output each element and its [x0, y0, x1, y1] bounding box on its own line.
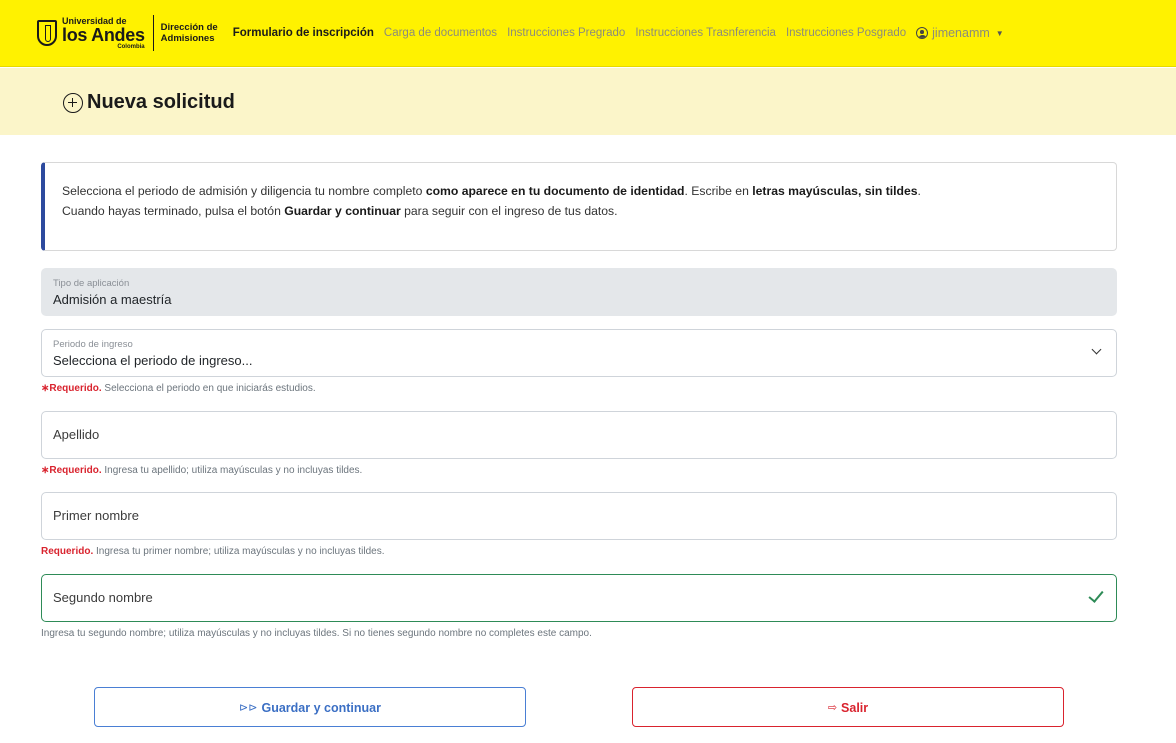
logo-text: Universidad de los Andes Colombia [62, 16, 145, 50]
page-title-text: Nueva solicitud [87, 91, 235, 113]
page-header: Nueva solicitud [0, 68, 1176, 135]
tipo-aplicacion-field: Tipo de aplicación Admisión a maestría [41, 268, 1117, 316]
save-continue-button[interactable]: ⊳⊳ Guardar y continuar [94, 687, 526, 727]
apellido-input[interactable]: Apellido [41, 411, 1117, 459]
fast-forward-icon: ⊳⊳ [239, 702, 258, 714]
info-text: Selecciona el periodo de admisión y dili… [62, 184, 426, 198]
exit-label: Salir [841, 701, 869, 715]
info-text: . Escribe en [684, 184, 753, 198]
shield-logo-icon [37, 20, 57, 46]
logo-andes: los Andes [62, 24, 145, 45]
info-bold: como aparece en tu documento de identida… [425, 184, 685, 198]
apellido-placeholder: Apellido [53, 427, 100, 442]
page-title: Nueva solicitud [63, 91, 235, 114]
nav-link-instrucciones-posgrado[interactable]: Instrucciones Posgrado [786, 27, 906, 39]
nav-links: Formulario de inscripción Carga de docum… [233, 26, 1004, 40]
segundo-nombre-placeholder: Segundo nombre [53, 590, 153, 605]
nav-link-instrucciones-transferencia[interactable]: Instrucciones Trasnferencia [635, 27, 776, 39]
chevron-down-icon [1091, 344, 1102, 355]
nav-link-instrucciones-pregrado[interactable]: Instrucciones Pregrado [507, 27, 625, 39]
periodo-help: Selecciona el periodo en que iniciarás e… [101, 383, 316, 394]
periodo-ingreso-label: Periodo de ingreso [53, 339, 133, 350]
periodo-help-text: ∗Requerido. Selecciona el periodo en que… [41, 383, 316, 394]
tipo-aplicacion-label: Tipo de aplicación [53, 278, 130, 289]
instructions-line-2: Cuando hayas terminado, pulsa el botón G… [62, 201, 1116, 221]
user-menu[interactable]: jimenamm ▼ [916, 26, 1004, 40]
logo-dept-line2: Admisiones [160, 33, 215, 44]
info-text: Cuando hayas terminado, pulsa el botón [62, 204, 285, 218]
logo-dept-line1: Dirección de [160, 22, 218, 33]
save-continue-label: Guardar y continuar [261, 701, 381, 715]
periodo-ingreso-value: Selecciona el periodo de ingreso... [53, 353, 253, 368]
logo-country: Colombia [117, 43, 145, 50]
info-text: . [917, 184, 921, 198]
exit-icon: ⇨ [827, 702, 838, 714]
tipo-aplicacion-value: Admisión a maestría [53, 292, 172, 307]
caret-down-icon: ▼ [995, 28, 1004, 38]
required-label: Requerido. [41, 546, 94, 557]
apellido-help: Ingresa tu apellido; utiliza mayúsculas … [101, 465, 363, 476]
instructions-box: Selecciona el periodo de admisión y dili… [41, 162, 1117, 251]
user-name: jimenamm [932, 26, 990, 40]
info-text: para seguir con el ingreso de tus datos. [400, 204, 618, 218]
primer-nombre-input[interactable]: Primer nombre [41, 492, 1117, 540]
required-label: Requerido. [49, 383, 102, 394]
primer-nombre-help: Ingresa tu primer nombre; utiliza mayúsc… [93, 546, 385, 557]
exit-button[interactable]: ⇨ Salir [632, 687, 1064, 727]
nav-link-formulario[interactable]: Formulario de inscripción [233, 27, 374, 39]
apellido-help-text: ∗Requerido. Ingresa tu apellido; utiliza… [41, 465, 362, 476]
instructions-line-1: Selecciona el periodo de admisión y dili… [62, 181, 1116, 201]
user-circle-icon [916, 27, 929, 39]
primer-nombre-placeholder: Primer nombre [53, 508, 139, 523]
required-label: Requerido. [49, 465, 102, 476]
periodo-ingreso-select[interactable]: Periodo de ingreso Selecciona el periodo… [41, 329, 1117, 377]
check-icon [1088, 587, 1104, 603]
logo-department: Dirección de Admisiones [161, 22, 218, 44]
segundo-nombre-input[interactable]: Segundo nombre [41, 574, 1117, 622]
navbar: Universidad de los Andes Colombia Direcc… [0, 0, 1176, 67]
nav-link-carga-documentos[interactable]: Carga de documentos [384, 27, 497, 39]
primer-nombre-help-text: Requerido. Ingresa tu primer nombre; uti… [41, 546, 384, 557]
info-bold: Guardar y continuar [284, 204, 401, 218]
info-bold: letras mayúsculas, sin tildes [752, 184, 918, 198]
plus-circle-icon [63, 92, 83, 113]
university-logo[interactable]: Universidad de los Andes Colombia Direcc… [37, 15, 218, 51]
logo-divider [152, 15, 154, 51]
segundo-nombre-help-text: Ingresa tu segundo nombre; utiliza mayús… [41, 628, 592, 639]
